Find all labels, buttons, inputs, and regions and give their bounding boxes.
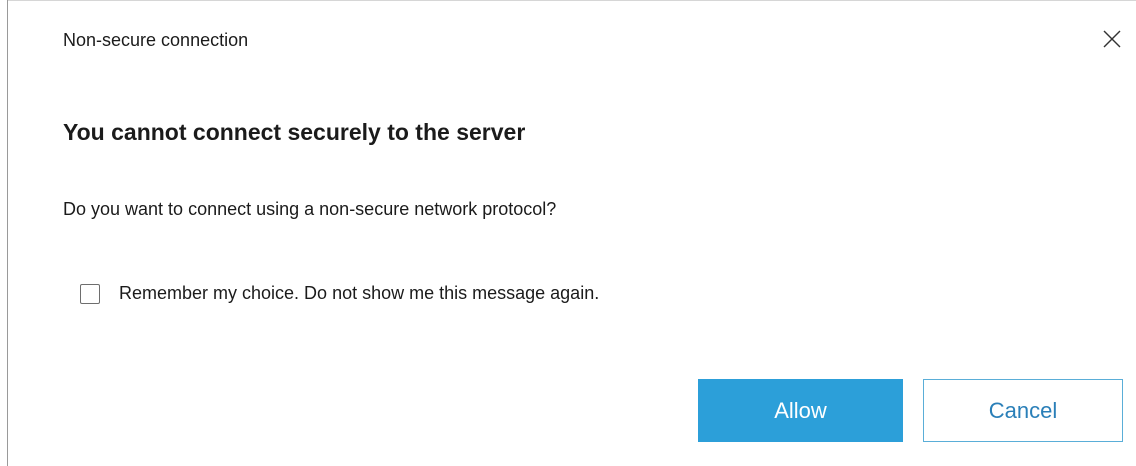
close-button[interactable] bbox=[1095, 22, 1129, 56]
remember-choice-checkbox-row[interactable]: Remember my choice. Do not show me this … bbox=[80, 283, 599, 304]
dialog-heading: You cannot connect securely to the serve… bbox=[63, 119, 526, 145]
non-secure-connection-dialog: Non-secure connection You cannot connect… bbox=[0, 0, 1136, 466]
close-icon bbox=[1103, 30, 1121, 48]
allow-button[interactable]: Allow bbox=[698, 379, 903, 442]
dialog-question: Do you want to connect using a non-secur… bbox=[63, 199, 557, 219]
dialog-top-border bbox=[8, 0, 1136, 1]
cancel-button[interactable]: Cancel bbox=[923, 379, 1123, 442]
dialog-left-border bbox=[7, 0, 8, 466]
dialog-title: Non-secure connection bbox=[63, 30, 249, 50]
remember-choice-label[interactable]: Remember my choice. Do not show me this … bbox=[119, 283, 599, 304]
remember-choice-checkbox[interactable] bbox=[80, 283, 100, 304]
